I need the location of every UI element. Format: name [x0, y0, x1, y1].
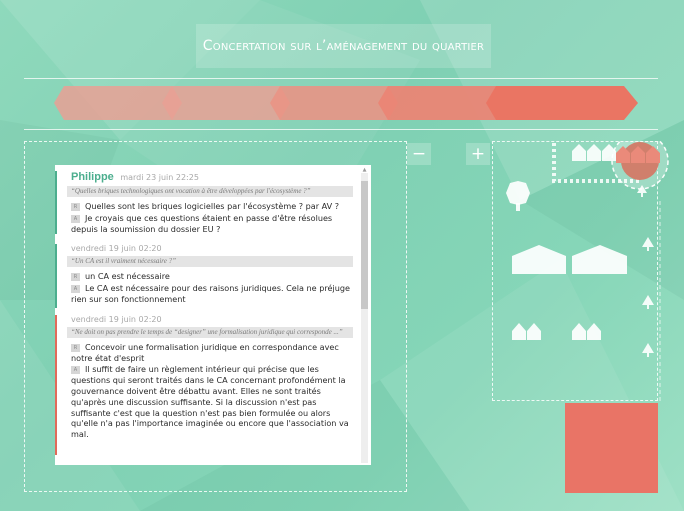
entry-text: Concevoir une formalisation juridique en… [71, 341, 339, 363]
comment-date: vendredi 19 juin 02:20 [71, 314, 162, 324]
thread-bar [55, 244, 57, 309]
comment-date: vendredi 19 juin 02:20 [71, 244, 162, 254]
zoom-in-button[interactable]: + [466, 143, 490, 165]
comment-date: mardi 23 juin 22:25 [120, 173, 199, 182]
comment-entry: A Il suffit de faire un règlement intérie… [71, 364, 353, 440]
comment-entry: Run CA est nécessaire [71, 271, 353, 282]
comments-panel: Philippe mardi 23 juin 22:25 “Quelles br… [55, 165, 371, 465]
comment-thread: vendredi 19 juin 02:20 “Ne doit on pas p… [55, 314, 353, 455]
entry-text: Quelles sont les briques logicielles par… [85, 201, 340, 211]
scroll-thumb[interactable] [361, 181, 368, 309]
red-plot[interactable] [565, 403, 658, 493]
entry-badge: A [71, 366, 80, 375]
entry-text: un CA est nécessaire [85, 271, 170, 282]
comments-list[interactable]: Philippe mardi 23 juin 22:25 “Quelles br… [55, 165, 359, 465]
entry-text: Je croyais que ces questions étaient en … [71, 212, 333, 234]
map-area[interactable] [492, 141, 658, 401]
comment-entry: R Concevoir une formalisation juridique e… [71, 342, 353, 364]
entry-badge: R [71, 343, 80, 352]
page-title: Concertation sur l’aménagement du quarti… [202, 38, 485, 54]
scrollbar[interactable] [361, 173, 368, 463]
entry-text: Le CA est nécessaire pour des raisons ju… [71, 283, 350, 304]
comment-entry: A Le CA est nécessaire pour des raisons j… [71, 283, 353, 305]
entry-badge: A [71, 214, 80, 223]
comment-entry: R Quelles sont les briques logicielles pa… [71, 201, 353, 212]
progress-steps [54, 86, 638, 120]
comment-thread: vendredi 19 juin 02:20 “Un CA est il vra… [55, 244, 353, 309]
entry-badge: R [71, 203, 80, 211]
comment-quote: “Quelles briques technologiques ont voca… [67, 186, 353, 197]
top-divider [24, 78, 658, 79]
comment-author: Philippe [71, 171, 114, 183]
entry-text: Il suffit de faire un règlement intérieu… [71, 364, 349, 440]
comment-entry: A Je croyais que ces questions étaient en… [71, 213, 353, 235]
bottom-divider [24, 129, 658, 130]
thread-bar [55, 314, 57, 455]
comment-quote: “Ne doit on pas prendre le temps de “des… [67, 326, 353, 338]
entry-badge: A [71, 285, 80, 294]
title-box: Concertation sur l’aménagement du quarti… [196, 24, 491, 68]
step-5[interactable] [486, 86, 638, 120]
comment-quote: “Un CA est il vraiment nécessaire ?” [67, 256, 353, 268]
entry-badge: R [71, 273, 80, 282]
comment-thread: Philippe mardi 23 juin 22:25 “Quelles br… [55, 171, 353, 235]
zoom-out-button[interactable]: − [407, 143, 431, 165]
thread-bar [55, 171, 57, 234]
